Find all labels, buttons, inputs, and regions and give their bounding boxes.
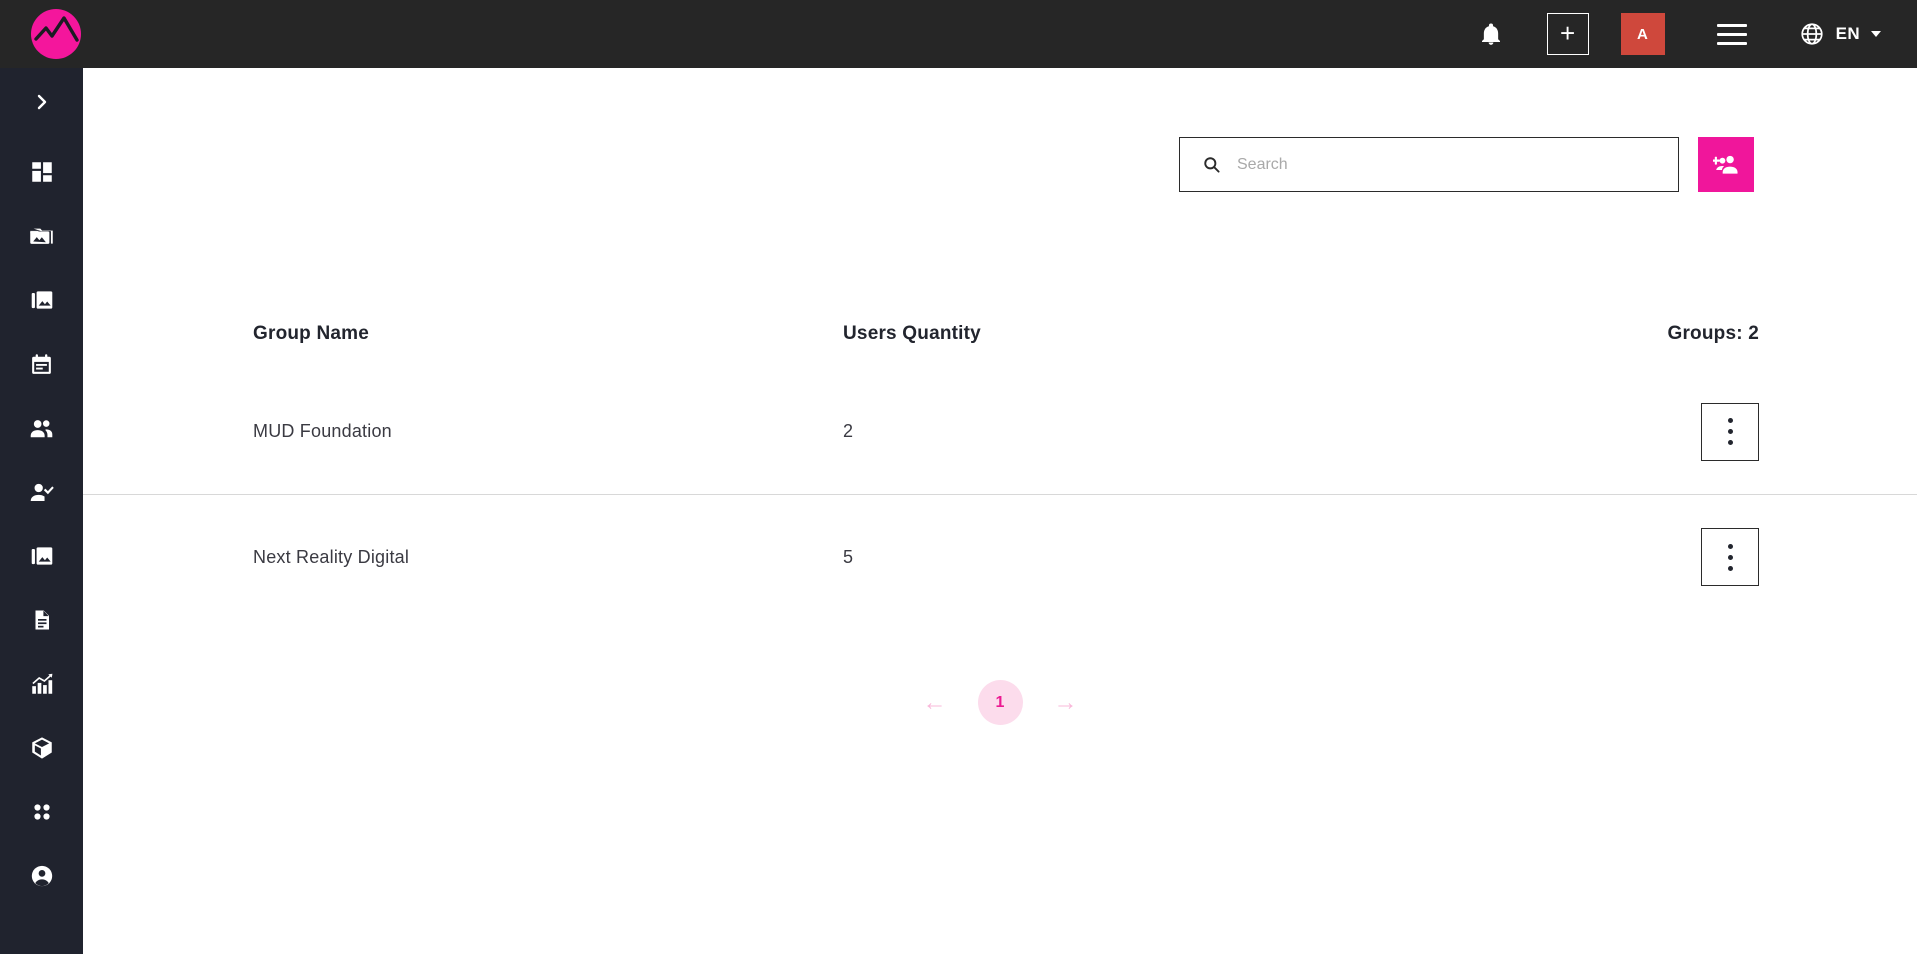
dashboard-grid-icon xyxy=(31,162,52,182)
cube-icon xyxy=(31,737,52,759)
hamburger-icon[interactable] xyxy=(1711,19,1753,49)
sidebar-item-analytics[interactable] xyxy=(0,652,83,716)
globe-icon xyxy=(1799,21,1825,47)
sidebar-item-account[interactable] xyxy=(0,844,83,908)
top-bar: + A EN xyxy=(0,0,1917,68)
search-input[interactable] xyxy=(1235,154,1660,175)
row-actions-button[interactable] xyxy=(1701,402,1759,461)
sidebar-item-images[interactable] xyxy=(0,268,83,332)
content-toolbar xyxy=(83,137,1917,192)
sidebar-item-documents[interactable] xyxy=(0,588,83,652)
more-vertical-icon-dot xyxy=(1727,554,1733,560)
sidebar xyxy=(0,68,83,954)
logo-mountain-icon xyxy=(34,16,79,42)
sidebar-item-calendar[interactable] xyxy=(0,332,83,396)
sidebar-item-packages[interactable] xyxy=(0,716,83,780)
hamburger-line xyxy=(1716,23,1747,27)
top-bar-actions: + A EN xyxy=(1469,0,1917,68)
hamburger-line xyxy=(1716,32,1747,36)
pagination: ← 1 → xyxy=(83,680,1917,725)
brand-logo[interactable] xyxy=(22,0,90,68)
groups-count-summary: Groups: 2 xyxy=(1667,323,1759,344)
cell-group-name: MUD Foundation xyxy=(253,421,392,441)
table-row[interactable]: MUD Foundation 2 xyxy=(83,369,1917,494)
hamburger-line xyxy=(1716,41,1747,45)
column-header-users-quantity: Users Quantity xyxy=(843,323,981,344)
bell-icon[interactable] xyxy=(1469,12,1513,56)
people-icon xyxy=(30,419,53,437)
table-header-row: Group Name Users Quantity Groups: 2 xyxy=(83,323,1917,369)
table-row[interactable]: Next Reality Digital 5 xyxy=(83,494,1917,619)
group-add-icon xyxy=(1712,155,1738,174)
sidebar-item-apps[interactable] xyxy=(0,780,83,844)
person-check-icon xyxy=(30,483,54,501)
image-collection-icon xyxy=(31,291,52,309)
pagination-page-1[interactable]: 1 xyxy=(977,680,1023,725)
main-content: Group Name Users Quantity Groups: 2 MUD … xyxy=(83,68,1917,954)
pagination-next-button[interactable]: → xyxy=(1049,686,1083,720)
calendar-icon xyxy=(32,353,51,374)
cell-users-quantity: 5 xyxy=(843,546,854,567)
more-vertical-icon-dot xyxy=(1727,543,1733,549)
cell-group-name: Next Reality Digital xyxy=(253,546,410,567)
chevron-right-icon xyxy=(37,94,46,110)
photo-library-icon xyxy=(30,228,53,244)
sidebar-items xyxy=(0,140,83,908)
avatar-initial: A xyxy=(1637,25,1649,43)
more-vertical-icon-dot xyxy=(1727,429,1733,434)
image-collection-icon xyxy=(31,547,52,565)
row-actions-button[interactable] xyxy=(1701,528,1759,586)
chevron-down-icon xyxy=(1871,31,1881,37)
sidebar-item-gallery[interactable] xyxy=(0,524,83,588)
add-group-button[interactable] xyxy=(1698,137,1754,192)
sidebar-item-dashboard[interactable] xyxy=(0,140,83,204)
more-vertical-icon-dot xyxy=(1727,440,1733,445)
document-icon xyxy=(35,610,49,630)
avatar[interactable]: A xyxy=(1620,13,1665,55)
sidebar-toggle[interactable] xyxy=(0,76,83,128)
sidebar-item-users[interactable] xyxy=(0,396,83,460)
account-circle-icon xyxy=(31,865,52,887)
groups-table: Group Name Users Quantity Groups: 2 MUD … xyxy=(83,323,1917,619)
sidebar-item-media-library[interactable] xyxy=(0,204,83,268)
apps-grid-icon xyxy=(33,804,50,820)
sidebar-item-approvals[interactable] xyxy=(0,460,83,524)
language-selector[interactable]: EN xyxy=(1799,21,1881,47)
language-label: EN xyxy=(1835,24,1860,43)
search-icon xyxy=(1202,155,1221,174)
logo-mark xyxy=(31,9,81,59)
cell-users-quantity: 2 xyxy=(843,421,854,441)
column-header-group-name: Group Name xyxy=(253,323,370,344)
more-vertical-icon-dot xyxy=(1727,565,1733,571)
more-vertical-icon-dot xyxy=(1727,418,1733,423)
add-button-label: + xyxy=(1559,17,1576,48)
pagination-prev-button[interactable]: ← xyxy=(918,686,952,720)
search-box[interactable] xyxy=(1179,137,1679,192)
bar-chart-icon xyxy=(31,673,52,694)
add-button[interactable]: + xyxy=(1546,13,1589,55)
